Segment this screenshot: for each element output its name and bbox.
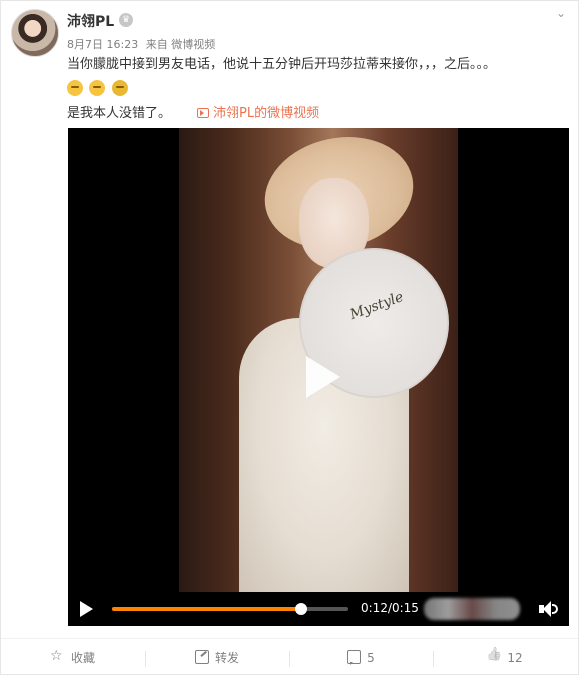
hug-emoji-icon <box>89 80 106 96</box>
big-play-icon[interactable] <box>300 356 340 398</box>
chevron-down-icon[interactable]: ⌄ <box>553 5 569 21</box>
video-link[interactable]: 沛翎PL的微博视频 <box>197 102 319 121</box>
thumbs-up-icon <box>487 650 501 664</box>
post-text-secondary: 是我本人没错了。 <box>67 106 172 121</box>
post-meta: 8月7日 16:23 来自 微博视频 <box>67 36 215 52</box>
hug-emoji-icon <box>67 80 83 96</box>
share-icon <box>194 650 209 664</box>
blurred-overlay <box>424 598 520 620</box>
favorite-label: 收藏 <box>70 651 95 665</box>
video-player[interactable]: Mystyle 0:12/0:15 <box>68 128 569 626</box>
progress-knob[interactable] <box>294 603 307 615</box>
volume-icon[interactable] <box>538 600 558 618</box>
action-bar: 收藏 转发 5 12 <box>1 638 578 675</box>
time-readout: 0:12/0:15 <box>361 601 419 615</box>
comment-icon <box>347 650 362 665</box>
weibo-post-card: 沛翎PL ♛ ⌄ 8月7日 16:23 来自 微博视频 当你朦胧中接到男友电话，… <box>0 0 579 675</box>
video-link-label: 沛翎PL的微博视频 <box>213 106 320 121</box>
video-controls: 0:12/0:15 <box>68 592 569 626</box>
like-button[interactable]: 12 <box>433 639 577 675</box>
repost-label: 转发 <box>214 651 239 665</box>
post-text: 当你朦胧中接到男友电话，他说十五分钟后开玛莎拉蒂来接你，，，之后。。。 <box>67 57 497 72</box>
post-time[interactable]: 8月7日 16:23 <box>67 38 138 51</box>
progress-fill <box>112 607 301 611</box>
favorite-button[interactable]: 收藏 <box>1 639 145 675</box>
play-icon[interactable] <box>78 600 94 618</box>
emoji-row <box>67 80 130 96</box>
repost-button[interactable]: 转发 <box>145 639 289 675</box>
comment-count: 5 <box>367 651 375 665</box>
volume-wave <box>552 604 558 614</box>
username[interactable]: 沛翎PL <box>67 11 114 31</box>
avatar[interactable] <box>11 9 59 57</box>
doll-emoji-icon <box>111 80 128 96</box>
video-icon <box>197 108 209 118</box>
like-count: 12 <box>507 651 523 665</box>
progress-bar[interactable] <box>112 603 348 615</box>
vip-badge-icon[interactable]: ♛ <box>119 13 133 27</box>
star-icon <box>50 647 65 665</box>
comment-button[interactable]: 5 <box>289 639 433 675</box>
post-source[interactable]: 来自 微博视频 <box>146 38 216 51</box>
